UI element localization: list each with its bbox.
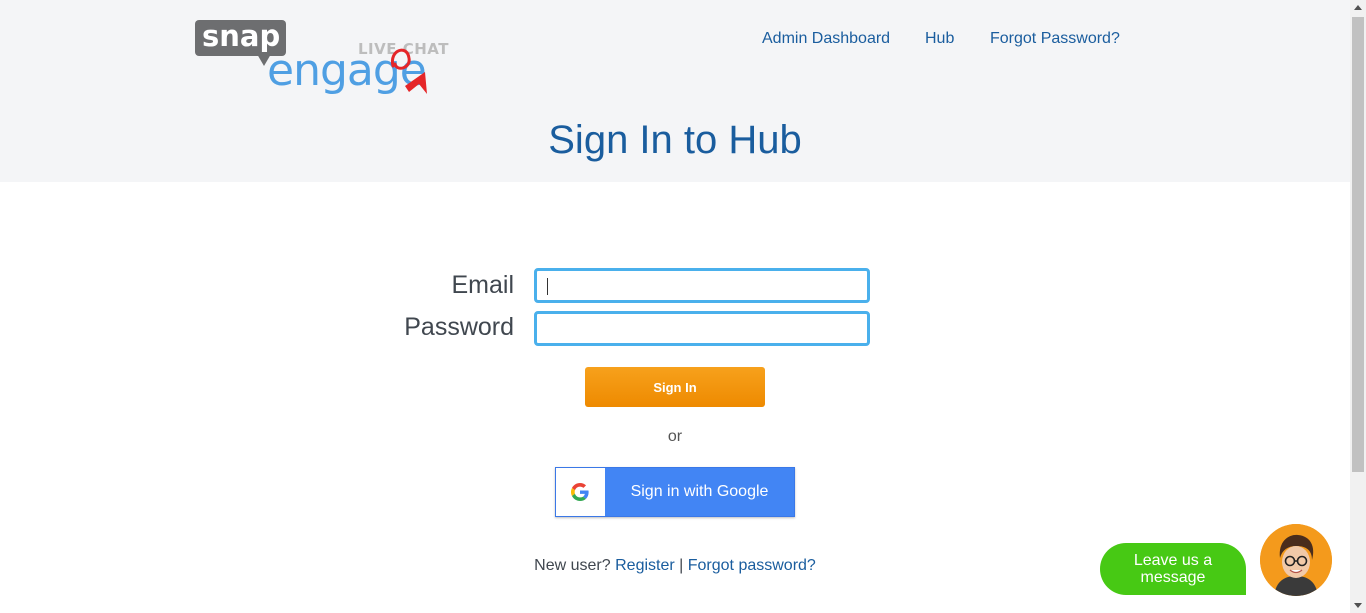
chat-agent-avatar[interactable]: [1260, 524, 1332, 596]
text-caret: [547, 278, 548, 295]
google-g-icon: [571, 483, 589, 501]
email-field[interactable]: [534, 268, 870, 303]
page-scrollbar[interactable]: [1350, 0, 1366, 613]
snapengage-logo[interactable]: snap LIVE CHAT engage: [195, 19, 450, 100]
nav-admin-dashboard[interactable]: Admin Dashboard: [762, 30, 890, 48]
google-sign-in-label: Sign in with Google: [630, 483, 769, 500]
link-separator: |: [679, 557, 684, 574]
password-field[interactable]: [534, 311, 870, 346]
new-user-text: New user?: [534, 557, 611, 574]
forgot-password-link[interactable]: Forgot password?: [688, 557, 816, 574]
email-label: Email: [451, 271, 514, 299]
google-sign-in-button[interactable]: Sign in with Google: [555, 467, 795, 517]
header: snap LIVE CHAT engage Admin Dashboard Hu…: [0, 0, 1350, 182]
agent-avatar-icon: [1260, 524, 1332, 596]
or-divider-text: or: [667, 428, 683, 445]
leave-message-button[interactable]: Leave us a message: [1100, 543, 1246, 595]
scroll-up-arrow-icon[interactable]: [1354, 5, 1362, 10]
google-icon-box: [556, 468, 605, 516]
sign-in-button[interactable]: Sign In: [585, 367, 765, 407]
scroll-down-arrow-icon[interactable]: [1354, 603, 1362, 608]
logo-flourish-icon: [390, 48, 427, 94]
nav-forgot-password[interactable]: Forgot Password?: [990, 30, 1120, 48]
register-link[interactable]: Register: [615, 557, 675, 574]
page-title: Sign In to Hub: [548, 118, 802, 162]
password-label: Password: [404, 313, 514, 341]
scrollbar-thumb[interactable]: [1352, 17, 1364, 472]
nav-hub[interactable]: Hub: [925, 30, 954, 48]
